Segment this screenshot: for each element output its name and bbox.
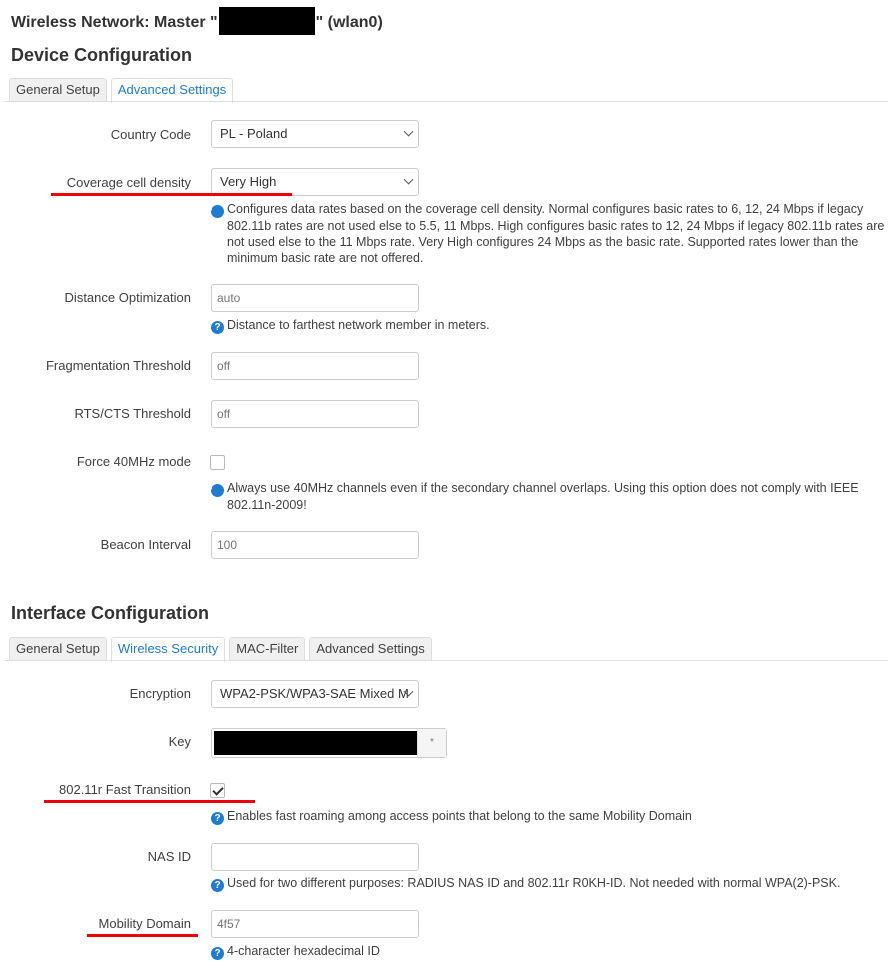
beacon-interval-input[interactable] xyxy=(211,531,419,559)
fragmentation-threshold-input[interactable] xyxy=(211,352,419,380)
nas-id-help: ? Used for two different purposes: RADIUS… xyxy=(211,875,891,892)
fast-transition-help: ? Enables fast roaming among access point… xyxy=(211,808,891,825)
device-config-heading: Device Configuration xyxy=(11,45,193,65)
page-title: Wireless Network: Master " " (wlan0) xyxy=(11,7,383,37)
interface-config-tabs: General Setup Wireless Security MAC-Filt… xyxy=(9,637,432,662)
key-input-group: * xyxy=(211,728,447,758)
rts-cts-threshold-input[interactable] xyxy=(211,400,419,428)
chevron-down-icon xyxy=(403,126,414,137)
fragmentation-threshold-label: Fragmentation Threshold xyxy=(45,358,191,373)
device-config-tabs: General Setup Advanced Settings xyxy=(9,78,234,103)
help-icon: ? xyxy=(211,812,224,825)
tab-divider xyxy=(5,660,888,661)
beacon-interval-label: Beacon Interval xyxy=(100,537,191,552)
mobility-domain-input[interactable] xyxy=(211,910,419,938)
help-icon: ? xyxy=(211,321,224,334)
coverage-cell-density-label: Coverage cell density xyxy=(66,175,191,190)
distance-optimization-label: Distance Optimization xyxy=(64,290,191,305)
help-icon: ? xyxy=(211,879,224,892)
highlight-underline xyxy=(87,934,198,937)
distance-optimization-help: ? Distance to farthest network member in … xyxy=(211,317,891,334)
fast-transition-label: 802.11r Fast Transition xyxy=(59,782,191,797)
highlight-underline xyxy=(44,800,255,803)
key-input-redacted[interactable] xyxy=(214,731,418,755)
chevron-down-icon xyxy=(403,174,414,185)
country-code-select[interactable]: PL - Poland xyxy=(211,120,419,148)
tab-device-advanced-settings[interactable]: Advanced Settings xyxy=(110,78,234,103)
mobility-domain-label: Mobility Domain xyxy=(98,916,191,931)
help-icon: ? xyxy=(211,947,224,960)
highlight-underline xyxy=(51,193,292,196)
nas-id-label: NAS ID xyxy=(147,849,191,864)
rts-cts-threshold-label: RTS/CTS Threshold xyxy=(74,406,191,421)
encryption-label: Encryption xyxy=(129,686,191,701)
key-label: Key xyxy=(168,734,191,749)
force-40mhz-checkbox[interactable] xyxy=(210,455,225,470)
country-code-label: Country Code xyxy=(110,127,191,142)
coverage-cell-density-help: ? Configures data rates based on the cove… xyxy=(206,202,885,265)
force-40mhz-help: ? Always use 40MHz channels even if the s… xyxy=(206,481,859,512)
tab-interface-general-setup[interactable]: General Setup xyxy=(9,637,107,660)
help-icon: ? xyxy=(206,205,224,218)
tab-mac-filter[interactable]: MAC-Filter xyxy=(229,637,306,660)
nas-id-input[interactable] xyxy=(211,843,419,871)
reveal-password-button[interactable]: * xyxy=(417,729,446,757)
mobility-domain-help: ? 4-character hexadecimal ID xyxy=(211,943,891,960)
tab-interface-advanced-settings[interactable]: Advanced Settings xyxy=(309,637,432,660)
force-40mhz-label: Force 40MHz mode xyxy=(76,454,191,469)
distance-optimization-input[interactable] xyxy=(211,284,419,312)
help-icon: ? xyxy=(206,484,224,497)
redacted-ssid xyxy=(218,7,315,35)
coverage-cell-density-select[interactable]: Very High xyxy=(211,168,419,196)
encryption-select[interactable]: WPA2-PSK/WPA3-SAE Mixed M xyxy=(211,680,419,708)
tab-device-general-setup[interactable]: General Setup xyxy=(9,78,107,101)
fast-transition-checkbox[interactable] xyxy=(210,783,225,798)
tab-wireless-security[interactable]: Wireless Security xyxy=(110,637,226,662)
interface-config-heading: Interface Configuration xyxy=(11,603,210,623)
tab-divider xyxy=(5,101,888,102)
